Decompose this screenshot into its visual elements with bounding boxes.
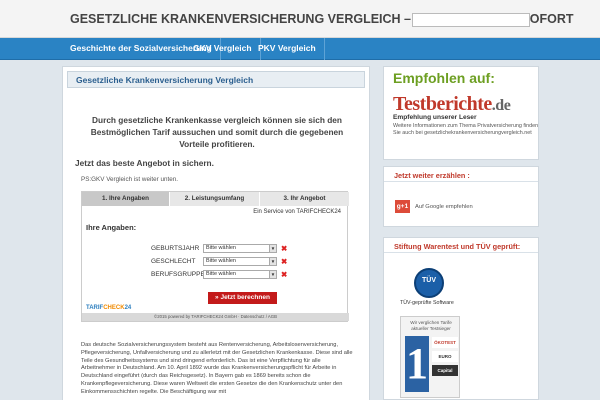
tab-ihr-angebot[interactable]: 3. Ihr Angebot bbox=[259, 192, 349, 206]
tuv-badge-icon: TÜV bbox=[414, 268, 444, 298]
share-heading-bar: Jetzt weiter erzählen : bbox=[384, 167, 538, 182]
widget-footer-text[interactable]: ©2015 powered by TARIFCHECK24 GmbH · Dat… bbox=[82, 314, 349, 319]
select-value: Bitte wählen bbox=[206, 245, 236, 251]
sidebar-box-empfohlen: Empfohlen auf: Testberichte.de Empfehlun… bbox=[383, 66, 539, 160]
page-title: Gesetzliche Krankenversicherung Vergleic… bbox=[76, 75, 254, 85]
chevron-down-icon: ▼ bbox=[269, 258, 276, 265]
error-cross-icon: ✖ bbox=[281, 257, 288, 266]
nav-item-pkv-vergleich[interactable]: PKV Vergleich bbox=[250, 38, 325, 60]
tuev-heading: Stiftung Warentest und TÜV geprüft: bbox=[394, 242, 521, 251]
cta-text: Jetzt das beste Angebot in sichern. bbox=[75, 158, 214, 168]
article-text: Das deutsche Sozialversicherungssystem b… bbox=[81, 342, 353, 395]
testberichte-logo[interactable]: Testberichte.de bbox=[393, 93, 511, 116]
euro-logo: EURO bbox=[432, 351, 458, 362]
testsieger-badge: Wir verglichen Tarife aktueller Testsieg… bbox=[400, 316, 460, 398]
main-content: Gesetzliche Krankenversicherung Vergleic… bbox=[62, 66, 370, 400]
testsieger-text: Wir verglichen Tarife aktueller Testsieg… bbox=[410, 320, 452, 331]
search-input[interactable] bbox=[412, 13, 530, 27]
intro-text: Durch gesetzliche Krankenkasse vergleich… bbox=[90, 115, 344, 149]
oekotest-logo: ÖKOTEST bbox=[432, 337, 458, 348]
field-label-geschlecht: GESCHLECHT bbox=[151, 258, 196, 265]
service-text: Ein Service von TARIFCHECK24 bbox=[253, 209, 341, 215]
field-label-geburtsjahr: GEBURTSJAHR bbox=[151, 245, 200, 252]
main-nav: Geschichte der Sozialversicherung GKV Ve… bbox=[0, 38, 600, 60]
chevron-down-icon: ▼ bbox=[269, 271, 276, 278]
testberichte-sub: Empfehlung unserer Leser bbox=[393, 114, 477, 121]
site-header: GESETZLICHE KRANKENVERSICHERUNG VERGLEIC… bbox=[0, 0, 600, 38]
google-plus-icon[interactable]: g+1 bbox=[395, 200, 410, 213]
geschlecht-select[interactable]: Bitte wählen ▼ bbox=[203, 257, 277, 266]
chevron-down-icon: ▼ bbox=[269, 245, 276, 252]
select-value: Bitte wählen bbox=[206, 258, 236, 264]
select-value: Bitte wählen bbox=[206, 271, 236, 277]
berechnen-button[interactable]: » Jetzt berechnen bbox=[208, 292, 277, 304]
empfohlen-heading: Empfohlen auf: bbox=[393, 70, 495, 86]
tarifcheck-logo: TARIFCHECK24 bbox=[86, 305, 132, 311]
error-cross-icon: ✖ bbox=[281, 270, 288, 279]
widget-footer: ©2015 powered by TARIFCHECK24 GmbH · Dat… bbox=[82, 313, 349, 321]
tab-ihre-angaben[interactable]: 1. Ihre Angaben bbox=[82, 192, 169, 206]
capital-logo: Capital bbox=[432, 365, 458, 376]
tarif-widget: 1. Ihre Angaben 2. Leistungsumfang 3. Ih… bbox=[81, 191, 349, 322]
sidebar-box-tuev: Stiftung Warentest und TÜV geprüft: TÜV … bbox=[383, 237, 539, 400]
field-label-berufsgruppe: BERUFSGRUPPE bbox=[151, 271, 205, 278]
note-text: PS:GKV Vergleich ist weiter unten. bbox=[81, 176, 178, 183]
tuev-heading-bar: Stiftung Warentest und TÜV geprüft: bbox=[384, 238, 538, 253]
tab-leistungsumfang[interactable]: 2. Leistungsumfang bbox=[169, 192, 259, 206]
berufsgruppe-select[interactable]: Bitte wählen ▼ bbox=[203, 270, 277, 279]
google-recommend-text: Auf Google empfehlen bbox=[415, 204, 473, 210]
section-title: Ihre Angaben: bbox=[86, 223, 137, 232]
testberichte-text: Weitere Informationen zum Thema Privatve… bbox=[393, 123, 539, 136]
number-one-badge: 1 bbox=[405, 336, 429, 392]
tuv-caption: TÜV-geprüfte Software bbox=[400, 300, 454, 306]
sidebar-box-share: Jetzt weiter erzählen : g+1 Auf Google e… bbox=[383, 166, 539, 227]
error-cross-icon: ✖ bbox=[281, 244, 288, 253]
content-heading-bar: Gesetzliche Krankenversicherung Vergleic… bbox=[67, 71, 365, 88]
geburtsjahr-select[interactable]: Bitte wählen ▼ bbox=[203, 244, 277, 253]
share-heading: Jetzt weiter erzählen : bbox=[394, 171, 470, 180]
